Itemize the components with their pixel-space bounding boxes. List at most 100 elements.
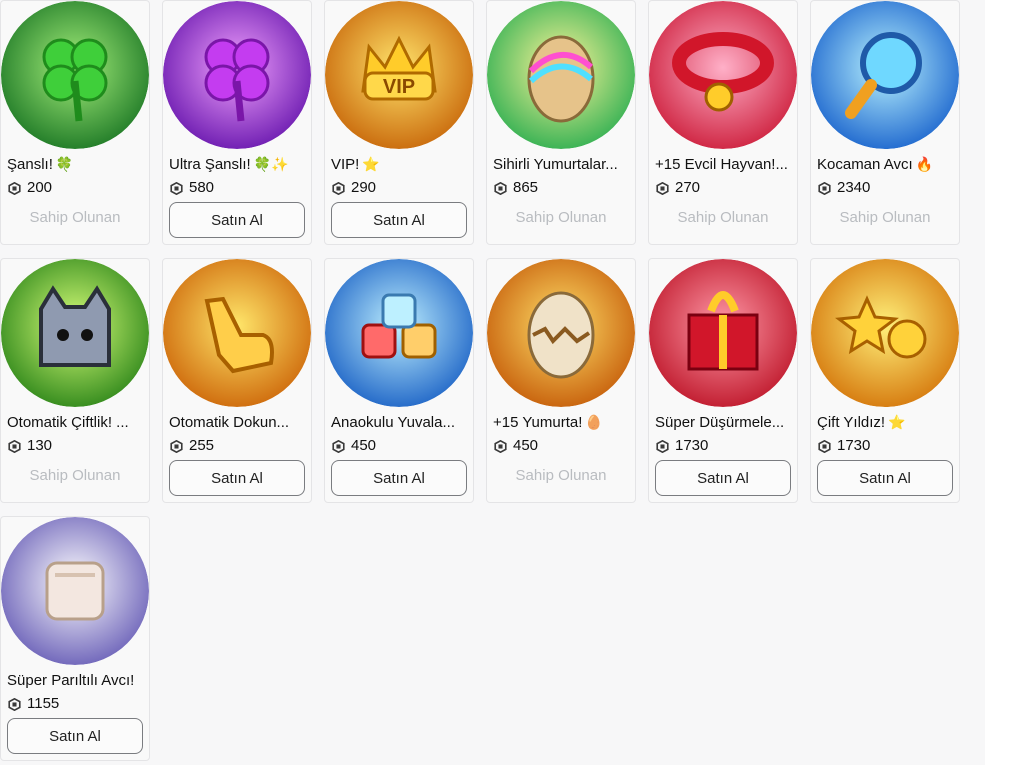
game-pass-card[interactable]: Anaokulu Yuvala... 450 Satın Al	[324, 258, 474, 503]
game-pass-card[interactable]: Sihirli Yumurtalar... 865 Sahip Olunan	[486, 0, 636, 245]
price-value: 450	[351, 437, 377, 454]
owned-label: Sahip Olunan	[515, 467, 607, 484]
owned-label: Sahip Olunan	[29, 467, 121, 484]
owned-label: Sahip Olunan	[677, 209, 769, 226]
game-pass-name-text: Otomatik Çiftlik! ...	[7, 414, 129, 431]
double-star-icon[interactable]	[811, 259, 959, 407]
price-value: 130	[27, 437, 53, 454]
svg-text:VIP: VIP	[383, 76, 415, 98]
cat-cube-icon[interactable]	[1, 259, 149, 407]
game-pass-name: VIP! ⭐	[331, 155, 467, 175]
game-pass-card[interactable]: Otomatik Çiftlik! ... 130 Sahip Olunan	[0, 258, 150, 503]
robux-icon	[332, 439, 345, 453]
robux-icon	[818, 181, 831, 195]
game-pass-grid: Şanslı! 🍀 200 Sahip Olunan Ultra Şanslı! 🍀✨…	[0, 0, 960, 761]
game-pass-name: Şanslı! 🍀	[7, 155, 143, 175]
owned-label: Sahip Olunan	[29, 209, 121, 226]
robux-icon	[332, 181, 345, 195]
game-pass-name: +15 Yumurta! 🥚	[493, 413, 629, 433]
buy-button[interactable]: Satın Al	[169, 460, 305, 496]
price-row: 450	[494, 437, 538, 455]
game-pass-name-text: Otomatik Dokun...	[169, 414, 290, 431]
buy-button[interactable]: Satın Al	[817, 460, 953, 496]
price-row: 290	[332, 179, 376, 197]
robux-icon	[656, 439, 669, 453]
vip-crown-icon[interactable]: VIP	[325, 1, 473, 149]
game-pass-name-text: Süper Parıltılı Avcı!	[7, 672, 135, 689]
robux-icon	[656, 181, 669, 195]
game-pass-card[interactable]: Çift Yıldız! ⭐ 1730 Satın Al	[810, 258, 960, 503]
buy-button[interactable]: Satın Al	[169, 202, 305, 238]
buy-button[interactable]: Satın Al	[7, 718, 143, 754]
game-pass-name: Otomatik Çiftlik! ...	[7, 413, 143, 433]
game-pass-card[interactable]: +15 Evcil Hayvan!... 270 Sahip Olunan	[648, 0, 798, 245]
game-pass-name-text: +15 Yumurta!	[493, 414, 583, 431]
game-pass-card[interactable]: +15 Yumurta! 🥚 450 Sahip Olunan	[486, 258, 636, 503]
blocks-icon[interactable]	[325, 259, 473, 407]
pointing-hand-icon[interactable]	[163, 259, 311, 407]
game-pass-name-text: +15 Evcil Hayvan!...	[655, 156, 788, 173]
price-value: 270	[675, 179, 701, 196]
price-row: 200	[8, 179, 52, 197]
robux-icon	[494, 439, 507, 453]
game-pass-name-text: Kocaman Avcı	[817, 156, 913, 173]
game-pass-name-text: Sihirli Yumurtalar...	[493, 156, 618, 173]
pet-collar-icon[interactable]	[649, 1, 797, 149]
price-value: 865	[513, 179, 539, 196]
price-value: 1155	[27, 695, 60, 712]
magnifier-icon[interactable]	[811, 1, 959, 149]
game-pass-name: Çift Yıldız! ⭐	[817, 413, 953, 433]
game-pass-name: +15 Evcil Hayvan!...	[655, 155, 791, 175]
cracked-egg-icon[interactable]	[487, 259, 635, 407]
game-pass-card[interactable]: Otomatik Dokun... 255 Satın Al	[162, 258, 312, 503]
gift-box-icon[interactable]	[649, 259, 797, 407]
game-pass-name-text: Ultra Şanslı!	[169, 156, 251, 173]
name-emoji-icon: 🥚	[585, 415, 603, 431]
game-pass-store: Şanslı! 🍀 200 Sahip Olunan Ultra Şanslı! 🍀✨…	[0, 0, 985, 765]
price-row: 1730	[656, 437, 708, 455]
price-row: 270	[656, 179, 700, 197]
game-pass-card[interactable]: Ultra Şanslı! 🍀✨ 580 Satın Al	[162, 0, 312, 245]
price-value: 580	[189, 179, 215, 196]
game-pass-name: Otomatik Dokun...	[169, 413, 305, 433]
price-value: 200	[27, 179, 53, 196]
game-pass-name: Süper Parıltılı Avcı!	[7, 671, 143, 691]
price-row: 2340	[818, 179, 870, 197]
game-pass-name: Anaokulu Yuvala...	[331, 413, 467, 433]
purple-clover-icon[interactable]	[163, 1, 311, 149]
price-row: 865	[494, 179, 538, 197]
robux-icon	[170, 181, 183, 195]
game-pass-name: Sihirli Yumurtalar...	[493, 155, 629, 175]
buy-button[interactable]: Satın Al	[655, 460, 791, 496]
owned-label: Sahip Olunan	[839, 209, 931, 226]
game-pass-name-text: Şanslı!	[7, 156, 53, 173]
name-emoji-icon: 🍀✨	[253, 157, 289, 173]
owned-label: Sahip Olunan	[515, 209, 607, 226]
buy-button[interactable]: Satın Al	[331, 202, 467, 238]
name-emoji-icon: 🍀	[55, 157, 74, 173]
game-pass-name: Süper Düşürmele...	[655, 413, 791, 433]
clover-icon[interactable]	[1, 1, 149, 149]
game-pass-name-text: Süper Düşürmele...	[655, 414, 785, 431]
robux-icon	[494, 181, 507, 195]
game-pass-name-text: Çift Yıldız!	[817, 414, 886, 431]
price-value: 255	[189, 437, 215, 454]
game-pass-card[interactable]: Kocaman Avcı 🔥 2340 Sahip Olunan	[810, 0, 960, 245]
price-value: 1730	[675, 437, 709, 454]
price-row: 580	[170, 179, 214, 197]
buy-button[interactable]: Satın Al	[331, 460, 467, 496]
rainbow-egg-icon[interactable]	[487, 1, 635, 149]
robux-icon	[8, 439, 21, 453]
game-pass-card[interactable]: Şanslı! 🍀 200 Sahip Olunan	[0, 0, 150, 245]
robux-icon	[818, 439, 831, 453]
game-pass-name-text: VIP!	[331, 156, 360, 173]
price-value: 450	[513, 437, 539, 454]
price-row: 130	[8, 437, 52, 455]
game-pass-card[interactable]: VIP VIP! ⭐ 290 Satın Al	[324, 0, 474, 245]
price-value: 1730	[837, 437, 871, 454]
robux-icon	[8, 181, 21, 195]
shiny-cube-icon[interactable]	[1, 517, 149, 665]
game-pass-card[interactable]: Süper Parıltılı Avcı! 1155 Satın Al	[0, 516, 150, 761]
price-value: 290	[351, 179, 377, 196]
game-pass-card[interactable]: Süper Düşürmele... 1730 Satın Al	[648, 258, 798, 503]
